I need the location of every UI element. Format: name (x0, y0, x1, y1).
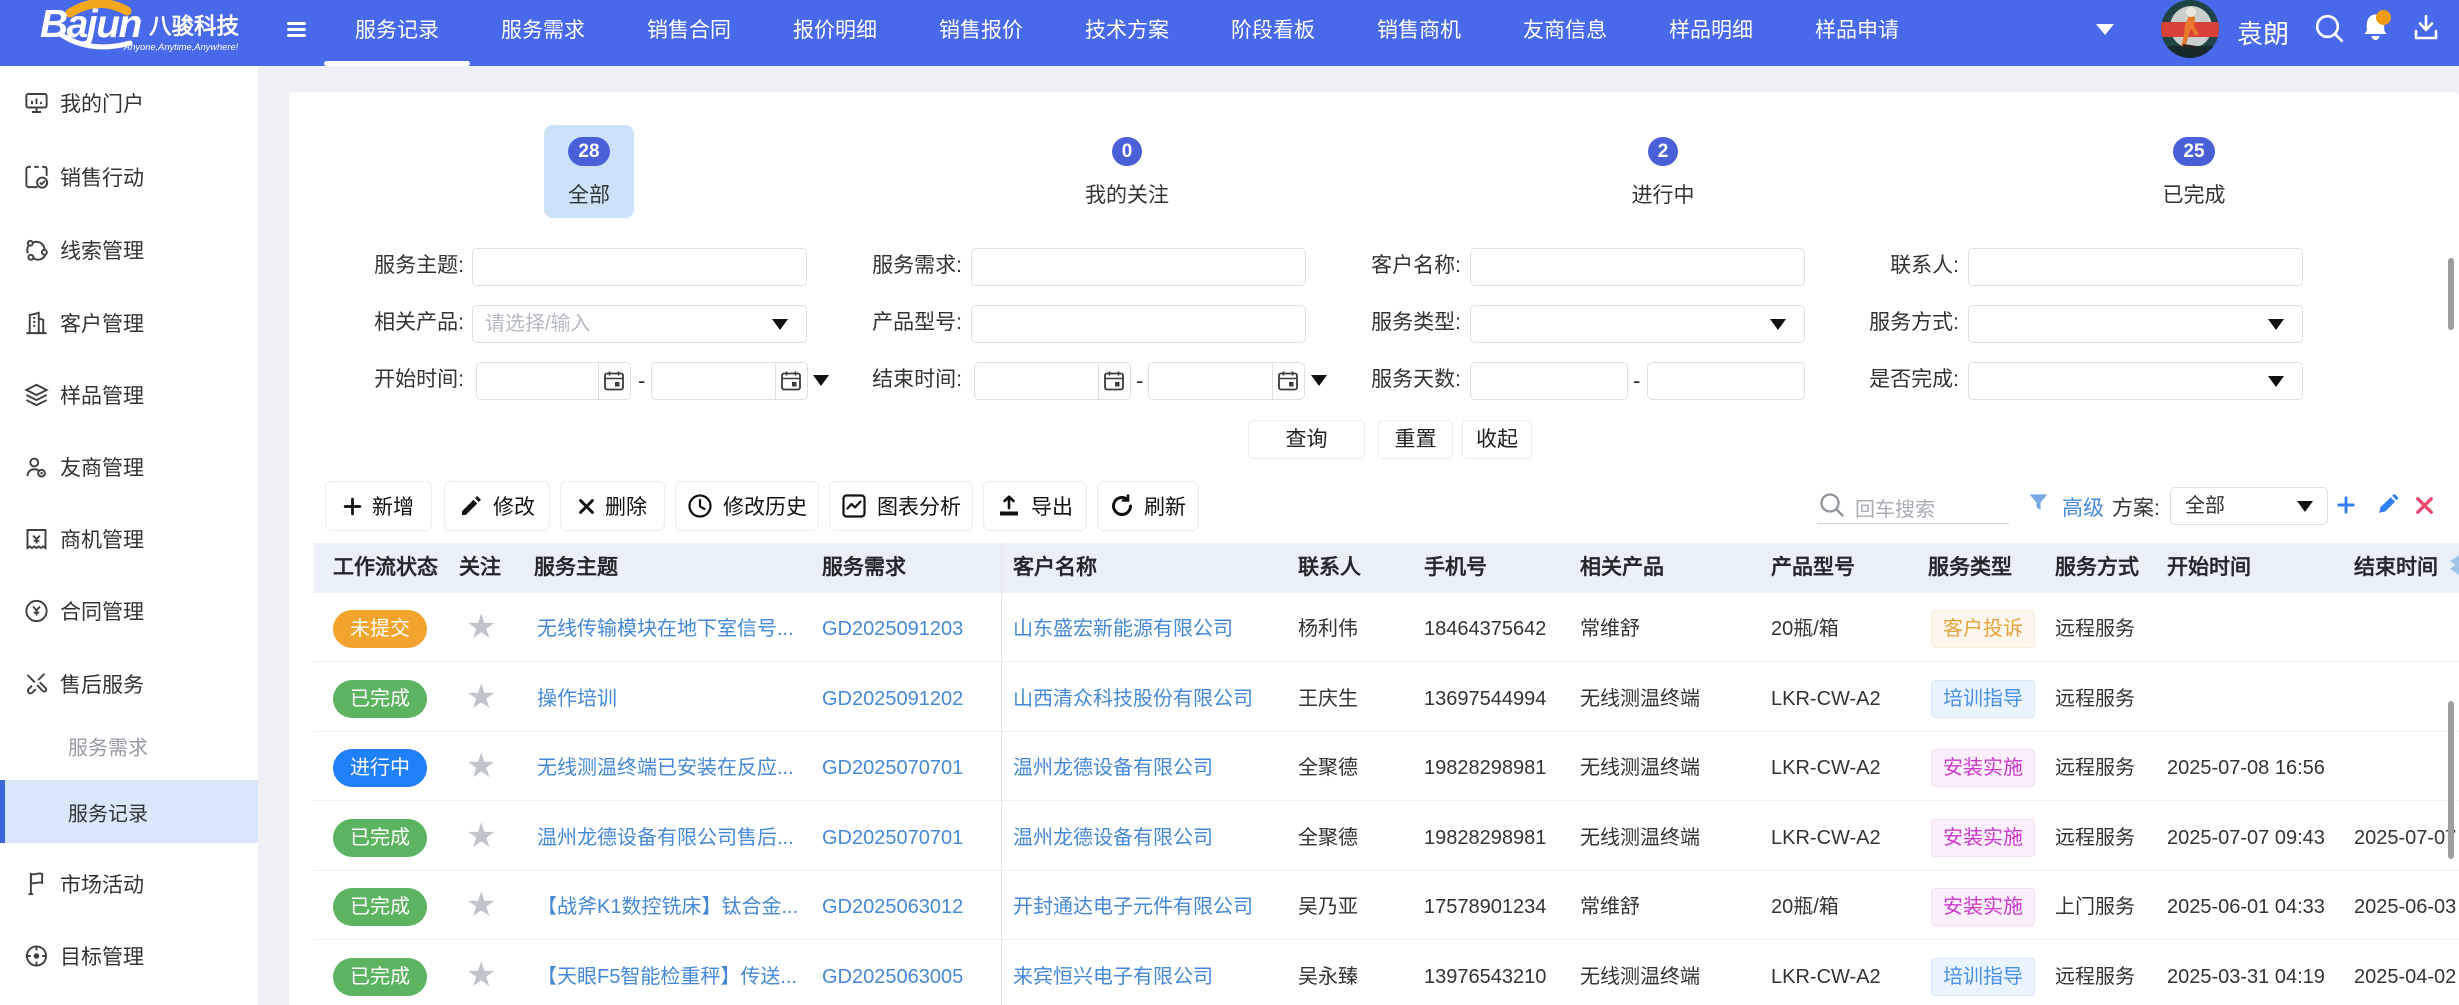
svg-text:Anyone,Anytime,Anywhere!: Anyone,Anytime,Anywhere! (123, 42, 239, 52)
svg-text:Bajun: Bajun (40, 3, 142, 46)
svg-text:八骏科技: 八骏科技 (149, 13, 240, 39)
